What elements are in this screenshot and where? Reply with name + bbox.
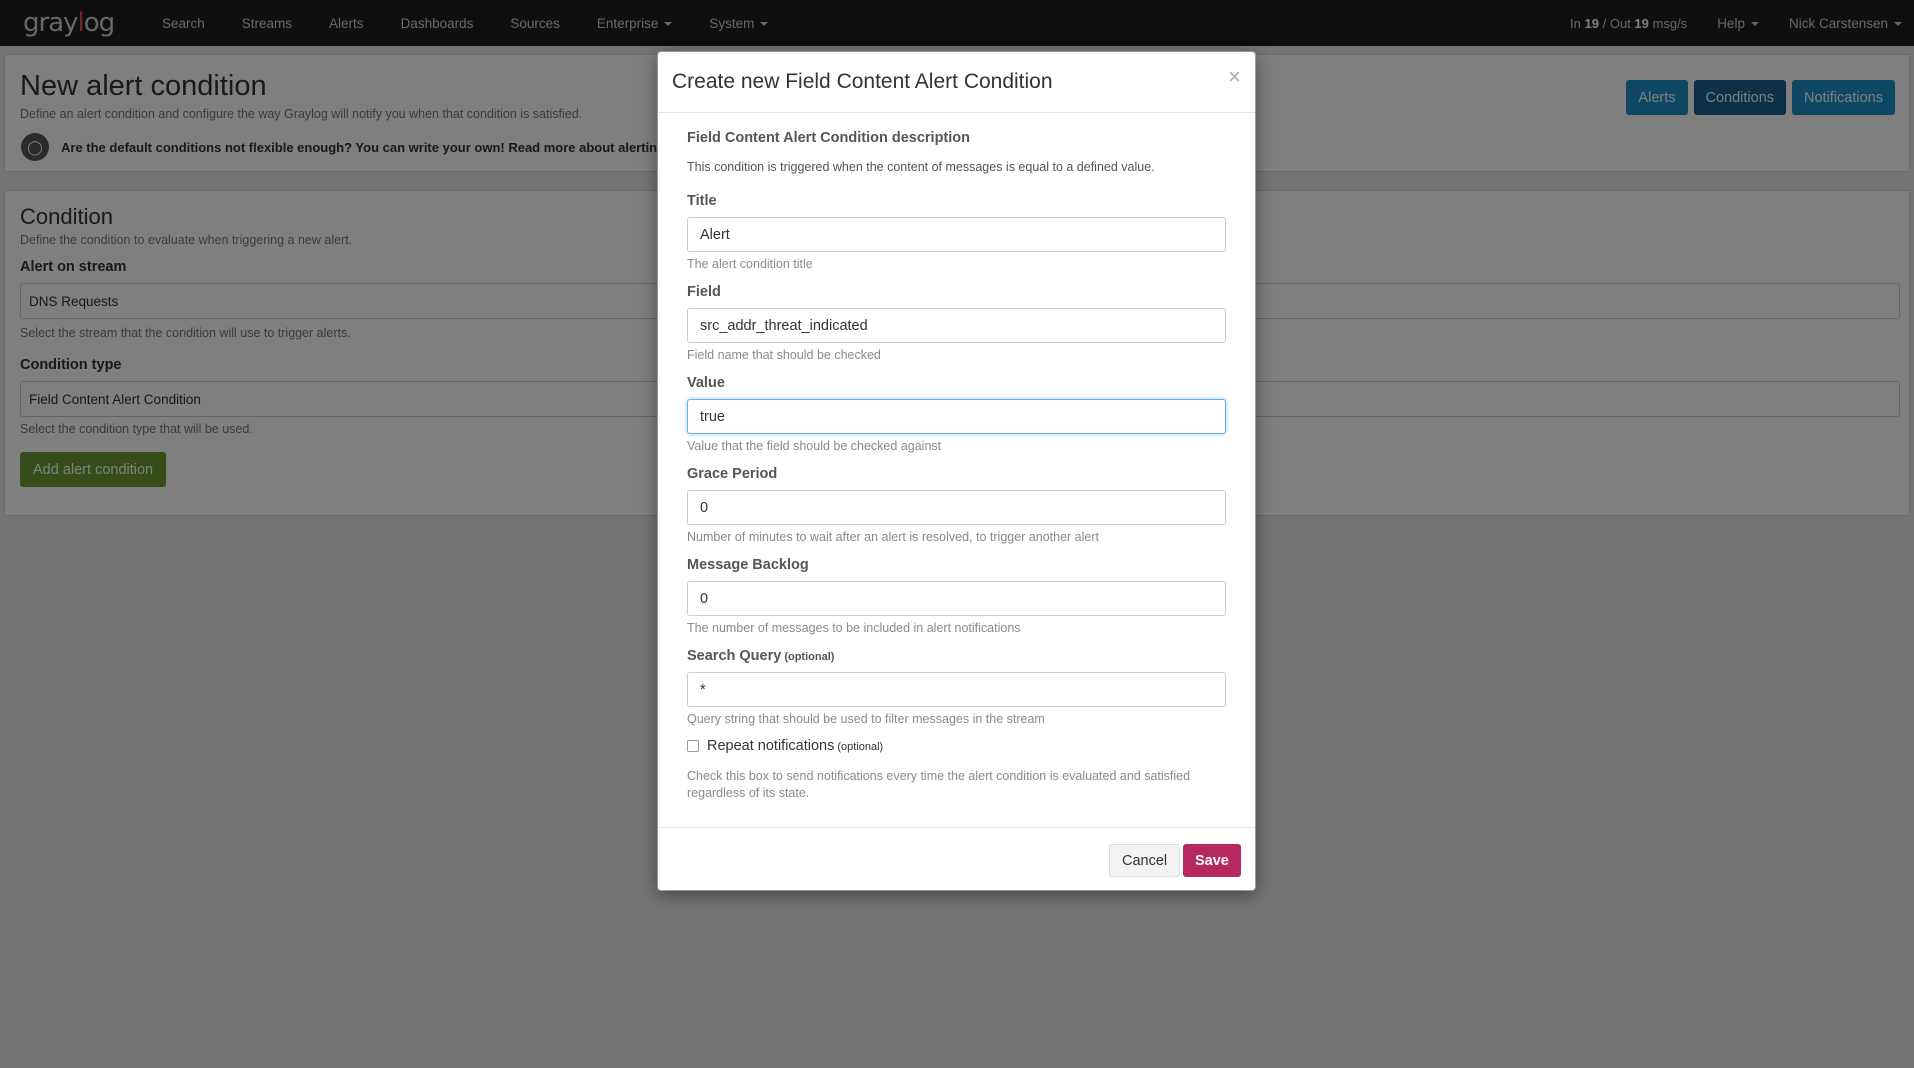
title-input[interactable]: Alert	[687, 217, 1226, 252]
repeat-notifications-checkbox[interactable]	[687, 740, 699, 752]
search-query-label: Search Query (optional)	[687, 648, 835, 664]
modal-title: Create new Field Content Alert Condition	[672, 70, 1053, 93]
value-label: Value	[687, 375, 725, 391]
field-help: Field name that should be checked	[687, 348, 881, 362]
field-input[interactable]: src_addr_threat_indicated	[687, 308, 1226, 343]
repeat-notifications-label[interactable]: Repeat notifications (optional)	[707, 738, 883, 754]
message-backlog-help: The number of messages to be included in…	[687, 621, 1021, 635]
modal-footer: Cancel Save	[658, 827, 1255, 891]
title-help: The alert condition title	[687, 257, 813, 271]
title-label: Title	[687, 193, 717, 209]
modal-header: Create new Field Content Alert Condition…	[658, 52, 1255, 113]
value-help: Value that the field should be checked a…	[687, 439, 942, 453]
search-query-input[interactable]: *	[687, 672, 1226, 707]
message-backlog-label: Message Backlog	[687, 557, 809, 573]
save-button[interactable]: Save	[1183, 844, 1241, 877]
create-condition-modal: Create new Field Content Alert Condition…	[657, 51, 1256, 891]
close-icon[interactable]: ×	[1228, 64, 1241, 90]
grace-period-help: Number of minutes to wait after an alert…	[687, 530, 1099, 544]
cancel-button[interactable]: Cancel	[1109, 844, 1181, 877]
search-query-help: Query string that should be used to filt…	[687, 712, 1045, 726]
message-backlog-input[interactable]: 0	[687, 581, 1226, 616]
description-text: This condition is triggered when the con…	[687, 160, 1155, 174]
grace-period-label: Grace Period	[687, 466, 778, 482]
repeat-notifications-row: Repeat notifications (optional)	[687, 738, 883, 754]
value-input[interactable]: true	[687, 399, 1226, 434]
field-label: Field	[687, 284, 721, 300]
grace-period-input[interactable]: 0	[687, 490, 1226, 525]
description-title: Field Content Alert Condition descriptio…	[687, 130, 971, 146]
repeat-notifications-help: Check this box to send notifications eve…	[687, 769, 1191, 800]
